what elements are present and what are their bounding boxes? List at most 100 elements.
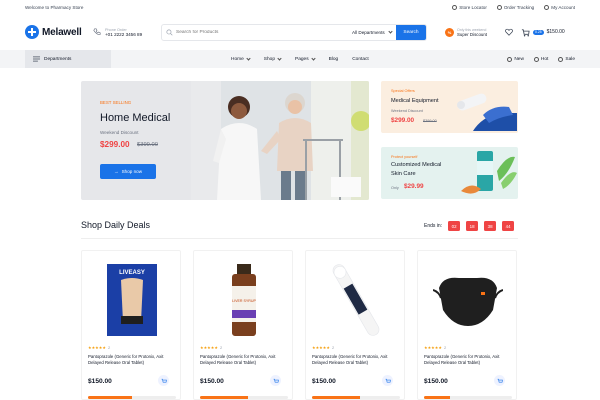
side2-title-line1: Customized Medical xyxy=(391,162,442,168)
product-image xyxy=(433,259,503,341)
menu-item-blog[interactable]: Blog xyxy=(329,57,339,62)
side1-price: $299.00 xyxy=(391,117,415,124)
truck-icon xyxy=(496,4,502,10)
divider xyxy=(81,238,518,239)
side-banner-equipment[interactable]: Special Offers Medical Equipment Weekend… xyxy=(381,81,518,133)
sold-progress xyxy=(424,396,512,399)
sold-progress-fill xyxy=(88,396,132,399)
phone-icon xyxy=(93,28,101,35)
cart-icon xyxy=(161,378,167,382)
nav-new[interactable]: New xyxy=(507,56,524,62)
side1-subtitle: Weekend Discount xyxy=(391,109,423,113)
user-icon xyxy=(544,4,550,10)
search-button[interactable]: Search xyxy=(396,24,426,40)
skincare-product-image xyxy=(461,151,517,194)
store-locator-link[interactable]: Store Locator xyxy=(452,4,487,10)
department-select[interactable]: All Departments xyxy=(346,28,396,35)
logo[interactable]: Melawell xyxy=(25,25,93,39)
product-name[interactable]: Pantoprazole (Generic for Protonix, Axit… xyxy=(424,354,508,365)
top-links: Store Locator Order Tracking My Account xyxy=(452,4,575,10)
cart-button[interactable]: 0.25 $150.00 xyxy=(521,28,565,37)
add-to-cart-button[interactable] xyxy=(382,375,393,386)
product-card[interactable]: LIVER SYRUP ★★★★★ 2 Pantoprazole (Generic… xyxy=(193,250,293,400)
menu-item-contact[interactable]: Contact xyxy=(352,57,369,62)
heart-icon[interactable] xyxy=(505,28,513,36)
sold-progress-fill xyxy=(200,396,249,399)
location-icon xyxy=(452,4,458,10)
logo-text: Melawell xyxy=(42,26,82,38)
product-card[interactable]: ★★★★★ 2 Pantoprazole (Generic for Protoni… xyxy=(305,250,405,400)
rating: ★★★★★ 2 xyxy=(424,345,446,350)
nav-right: New Hot Sale xyxy=(507,56,575,62)
stars: ★★★★★ xyxy=(312,345,330,350)
side-banner-skincare[interactable]: Protect yourself Customized Medical Skin… xyxy=(381,147,518,199)
shop-now-button[interactable]: → Shop now xyxy=(100,164,156,179)
product-image: LIVER SYRUP xyxy=(209,259,279,341)
search-icon xyxy=(162,28,176,36)
hero-banner: BEST SELLING Home Medical Weekend Discou… xyxy=(81,81,369,200)
menu-item-home[interactable]: Home xyxy=(231,55,251,62)
thermometer-hand-image xyxy=(457,93,517,131)
add-to-cart-button[interactable] xyxy=(270,375,281,386)
hero-nurse-image xyxy=(191,81,369,200)
product-card[interactable]: ★★★★★ 2 Pantoprazole (Generic for Protoni… xyxy=(417,250,517,400)
sold-progress xyxy=(312,396,400,399)
nav-hot[interactable]: Hot xyxy=(533,56,548,62)
product-card[interactable]: LIVEASY ★★★★★ 2 Pantoprazole (Generic for… xyxy=(81,250,181,400)
promo-line1: Only this weekend xyxy=(457,27,487,32)
cart-icon xyxy=(521,28,530,36)
product-price: $150.00 xyxy=(424,378,448,385)
departments-label: Departments xyxy=(44,56,72,62)
product-name[interactable]: Pantoprazole (Generic for Protonix, Axit… xyxy=(88,354,172,365)
top-bar: Welcome to Pharmacy Store Store Locator … xyxy=(0,0,600,14)
review-count: 2 xyxy=(331,345,335,350)
add-to-cart-button[interactable] xyxy=(158,375,169,386)
ends-label: Ends in: xyxy=(424,223,443,229)
menu: Home Shop Pages Blog Contact xyxy=(231,55,369,62)
shop-now-label: Shop now xyxy=(121,169,143,174)
search-input[interactable] xyxy=(176,24,346,40)
timer-hours: 18 xyxy=(466,221,479,231)
menu-item-pages[interactable]: Pages xyxy=(295,55,316,62)
timer-days: 02 xyxy=(448,221,461,231)
product-name[interactable]: Pantoprazole (Generic for Protonix, Axit… xyxy=(312,354,396,365)
my-account-link[interactable]: My Account xyxy=(544,4,575,10)
product-price: $150.00 xyxy=(88,378,112,385)
promo-line2: Super Discount xyxy=(457,31,488,37)
logo-cross-icon xyxy=(25,25,39,39)
side1-tag: Special Offers xyxy=(391,89,415,93)
percent-icon xyxy=(558,56,564,62)
menu-item-shop[interactable]: Shop xyxy=(264,55,282,62)
side1-old-price: $399.00 xyxy=(423,118,437,123)
sold-progress-fill xyxy=(312,396,361,399)
timer-seconds: 44 xyxy=(502,221,515,231)
sold-progress xyxy=(88,396,176,399)
hero-tag: BEST SELLING xyxy=(100,100,132,105)
welcome-text: Welcome to Pharmacy Store xyxy=(25,4,84,10)
main-nav: Departments Home Shop Pages Blog Contact… xyxy=(0,50,600,68)
review-count: 2 xyxy=(107,345,111,350)
header-icons: 0.25 $150.00 xyxy=(505,28,565,37)
header: Melawell Phone Order +01 2222 3456 89 Al… xyxy=(0,14,600,50)
stars: ★★★★★ xyxy=(200,345,218,350)
svg-text:LIVER SYRUP: LIVER SYRUP xyxy=(232,299,256,303)
side2-tag: Protect yourself xyxy=(391,155,418,159)
cart-icon xyxy=(385,378,391,382)
nav-sale[interactable]: Sale xyxy=(558,56,575,62)
add-to-cart-button[interactable] xyxy=(494,375,505,386)
side2-price: $29.99 xyxy=(404,183,424,190)
rating: ★★★★★ 2 xyxy=(88,345,110,350)
side2-title-line2: Skin Care xyxy=(391,171,416,177)
product-image xyxy=(321,259,391,341)
countdown: Ends in: 02 18 38 44 xyxy=(424,221,515,231)
cart-icon xyxy=(497,378,503,382)
sold-progress-fill xyxy=(424,396,451,399)
product-name[interactable]: Pantoprazole (Generic for Protonix, Axit… xyxy=(200,354,284,365)
chevron-down-icon xyxy=(388,28,393,34)
tag-icon xyxy=(507,56,513,62)
order-tracking-link[interactable]: Order Tracking xyxy=(496,4,534,10)
product-image: LIVEASY xyxy=(97,259,167,341)
phone-order: Phone Order +01 2222 3456 89 xyxy=(93,28,153,37)
departments-button[interactable]: Departments xyxy=(25,50,111,68)
deals-title: Shop Daily Deals xyxy=(81,220,151,230)
